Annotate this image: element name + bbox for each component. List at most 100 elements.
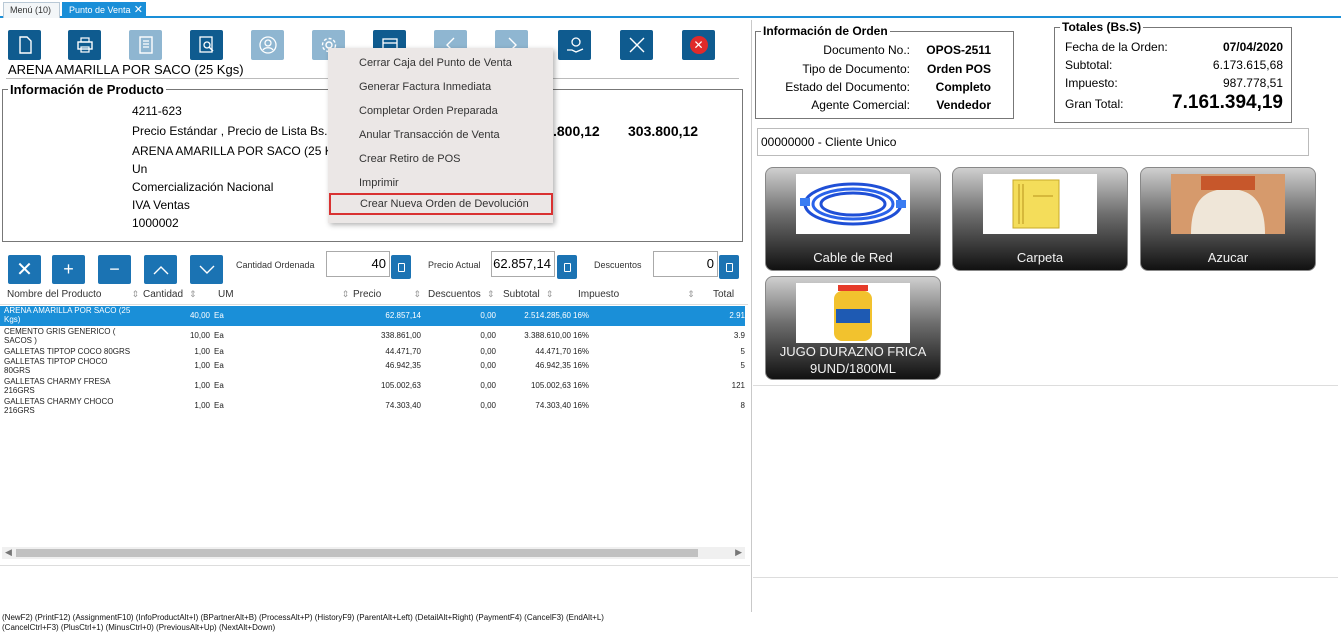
doc-type-value: Orden POS	[926, 62, 991, 76]
doc-status-label: Estado del Documento:	[785, 80, 910, 94]
table-row[interactable]: ARENA AMARILLA POR SACO (25 Kgs) 40,00 Ea…	[0, 306, 745, 326]
agent-value: Vendedor	[936, 98, 991, 112]
business-partner-button[interactable]	[251, 30, 284, 60]
cell-tax: 16%	[573, 381, 590, 390]
doc-type-label: Tipo de Documento:	[802, 62, 910, 76]
document-list-button[interactable]	[129, 30, 162, 60]
product-description: ARENA AMARILLA POR SACO (25 Kgs)	[132, 144, 350, 158]
cell-price: 62.857,14	[385, 311, 421, 320]
col-product-name[interactable]: Nombre del Producto ⇕	[7, 289, 139, 300]
plus-icon: +	[63, 259, 74, 279]
cell-subtotal: 44.471,70	[535, 347, 571, 356]
menu-item-pos-withdrawal[interactable]: Crear Retiro de POS	[328, 148, 553, 170]
delete-line-button[interactable]: ✕	[8, 255, 41, 284]
qty-input[interactable]: 40	[326, 251, 390, 277]
col-uom-label: UM	[218, 289, 234, 300]
cancel-button[interactable]	[620, 30, 653, 60]
scroll-left-icon[interactable]: ◀	[5, 547, 12, 558]
table-row[interactable]: GALLETAS TIPTOP CHOCO 80GRS 1,00 Ea 46.94…	[0, 357, 745, 377]
col-quantity-label: Cantidad	[143, 289, 184, 300]
search-document-button[interactable]	[190, 30, 223, 60]
col-product-name-label: Nombre del Producto	[7, 289, 102, 300]
cell-qty: 10,00	[189, 331, 210, 340]
minus-button[interactable]: −	[98, 255, 131, 284]
cell-discount: 0,00	[480, 331, 496, 340]
product-card-label: Cable de Red	[813, 250, 893, 265]
price-calculator-button[interactable]	[557, 255, 577, 279]
cell-product: ARENA AMARILLA POR SACO (25	[4, 306, 131, 315]
grand-total-label: Gran Total:	[1065, 97, 1124, 111]
order-date-value: 07/04/2020	[1222, 40, 1283, 54]
agent-label: Agente Comercial:	[811, 98, 910, 112]
menu-item-close-pos[interactable]: Cerrar Caja del Punto de Venta	[328, 52, 553, 74]
col-subtotal[interactable]: Subtotal ⇕	[503, 289, 553, 300]
print-button[interactable]	[68, 30, 101, 60]
plus-button[interactable]: +	[52, 255, 85, 284]
exit-button[interactable]: ✕	[682, 30, 715, 60]
cell-tax: 16%	[573, 311, 590, 320]
col-price[interactable]: Precio ⇕	[353, 289, 421, 300]
tab-menu-label: Menú (10)	[10, 5, 52, 15]
table-row[interactable]: GALLETAS CHARMY FRESA 216GRS 1,00 Ea 105.…	[0, 377, 745, 397]
discount-input[interactable]: 0	[653, 251, 718, 277]
line-up-button[interactable]	[144, 255, 177, 284]
product-card-azucar[interactable]: Azucar	[1140, 167, 1316, 271]
cell-product-2: 80GRS	[4, 366, 31, 375]
cell-subtotal: 105.002,63	[530, 381, 571, 390]
cell-qty: 1,00	[194, 381, 210, 390]
product-card-carpeta[interactable]: Carpeta	[952, 167, 1128, 271]
sort-icon: ⇕	[341, 289, 350, 299]
col-uom[interactable]: UM ⇕	[218, 289, 349, 300]
tab-menu[interactable]: Menú (10)	[3, 2, 60, 18]
calculator-icon	[725, 262, 733, 272]
close-tab-icon[interactable]: ✕	[134, 3, 143, 17]
calculator-icon	[563, 262, 571, 272]
tab-punto-de-venta[interactable]: Punto de Venta ✕	[62, 2, 146, 18]
col-discounts[interactable]: Descuentos ⇕	[428, 289, 494, 300]
sort-icon: ⇕	[486, 289, 495, 299]
col-total[interactable]: Total	[713, 289, 734, 300]
cell-total: 8	[740, 401, 745, 410]
user-icon	[258, 36, 277, 54]
qty-calculator-button[interactable]	[391, 255, 411, 279]
chevron-up-icon	[153, 265, 168, 274]
col-quantity[interactable]: Cantidad ⇕	[143, 289, 197, 300]
doc-no-label: Documento No.:	[823, 43, 910, 57]
new-button[interactable]	[8, 30, 41, 60]
cell-tax: 16%	[573, 401, 590, 410]
cell-discount: 0,00	[480, 311, 496, 320]
horizontal-scrollbar[interactable]: ◀ ▶	[2, 547, 745, 559]
price-input[interactable]: 62.857,14	[491, 251, 555, 277]
table-row[interactable]: GALLETAS CHARMY CHOCO 216GRS 1,00 Ea 74.3…	[0, 397, 745, 417]
menu-item-complete-order[interactable]: Completar Orden Preparada	[328, 100, 553, 122]
scrollbar-thumb[interactable]	[16, 549, 698, 557]
product-uom: Un	[132, 162, 148, 176]
discount-calculator-button[interactable]	[719, 255, 739, 279]
product-category: Comercialización Nacional	[132, 180, 274, 194]
scroll-right-icon[interactable]: ▶	[735, 547, 742, 558]
line-down-button[interactable]	[190, 255, 223, 284]
product-card-label-line2: 9UND/1800ML	[810, 361, 896, 376]
panel-divider	[0, 565, 750, 566]
table-row[interactable]: CEMENTO GRIS GENERICO (SACOS ) 10,00 Ea …	[0, 327, 745, 347]
menu-item-generate-invoice[interactable]: Generar Factura Inmediata	[328, 76, 553, 98]
cell-product: GALLETAS TIPTOP CHOCO	[4, 357, 108, 366]
cell-qty: 1,00	[194, 347, 210, 356]
col-tax[interactable]: Impuesto ⇕	[578, 289, 695, 300]
customer-field[interactable]: 00000000 - Cliente Unico	[757, 128, 1309, 156]
product-card-jugo-durazno[interactable]: JUGO DURAZNO FRICA 9UND/1800ML	[765, 276, 941, 380]
col-total-label: Total	[713, 289, 735, 300]
cards-divider	[753, 385, 1338, 386]
menu-item-print[interactable]: Imprimir	[328, 172, 553, 194]
folder-image	[983, 174, 1097, 234]
table-row[interactable]: GALLETAS TIPTOP COCO 80GRS 1,00 Ea 44.47…	[0, 347, 745, 357]
payment-button[interactable]	[558, 30, 591, 60]
tab-pos-label: Punto de Venta	[69, 5, 131, 15]
menu-item-void-transaction[interactable]: Anular Transacción de Venta	[328, 124, 553, 146]
cell-product-2: SACOS )	[4, 336, 37, 345]
cell-subtotal: 2.514.285,60	[524, 311, 571, 320]
menu-item-new-return-order[interactable]: Crear Nueva Orden de Devolución	[329, 193, 553, 215]
col-tax-label: Impuesto	[578, 289, 620, 300]
product-card-cable-de-red[interactable]: Cable de Red	[765, 167, 941, 271]
cable-image	[796, 174, 910, 234]
